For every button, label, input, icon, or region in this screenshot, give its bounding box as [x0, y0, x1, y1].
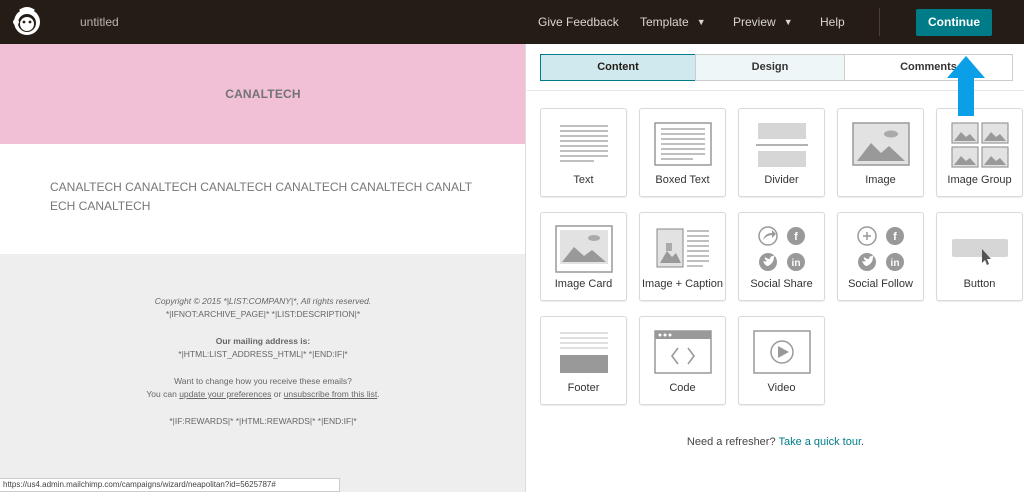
- svg-text:f: f: [893, 231, 897, 243]
- image-group-block-icon: [951, 122, 1009, 168]
- tab-content[interactable]: Content: [540, 54, 696, 81]
- block-text[interactable]: Text: [540, 108, 627, 197]
- refresher-line: Need a refresher? Take a quick tour.: [527, 436, 1024, 448]
- give-feedback-label: Give Feedback: [538, 15, 619, 29]
- footer-or: or: [273, 389, 282, 399]
- update-preferences-link[interactable]: update your preferences: [179, 389, 271, 399]
- block-social-follow[interactable]: f in Social Follow: [837, 212, 924, 301]
- footer-you-can: You can: [146, 389, 177, 399]
- block-label: Text: [573, 174, 594, 186]
- block-label: Social Follow: [848, 278, 913, 290]
- image-caption-block-icon: [656, 228, 709, 268]
- chevron-down-icon: ▼: [783, 17, 793, 27]
- campaign-title[interactable]: untitled: [80, 15, 119, 29]
- social-follow-block-icon: f in: [857, 226, 904, 271]
- svg-text:in: in: [792, 258, 801, 269]
- panel-tabs: Content Design Comments: [540, 54, 1013, 81]
- block-code[interactable]: Code: [639, 316, 726, 405]
- footer-block-icon: [560, 332, 608, 373]
- svg-text:in: in: [891, 258, 900, 269]
- block-social-share[interactable]: f in Social Share: [738, 212, 825, 301]
- template-menu[interactable]: Template ▼: [640, 15, 706, 29]
- block-footer[interactable]: Footer: [540, 316, 627, 405]
- block-divider[interactable]: Divider: [738, 108, 825, 197]
- refresher-period: .: [861, 436, 865, 448]
- preview-header-text: CANALTECH: [225, 87, 301, 101]
- block-label: Footer: [567, 382, 600, 394]
- block-label: Image + Caption: [641, 278, 724, 290]
- block-image[interactable]: Image: [837, 108, 924, 197]
- block-label: Image Group: [947, 174, 1012, 186]
- refresher-text: Need a refresher?: [686, 436, 776, 448]
- footer-mailing-heading: Our mailing address is:: [215, 336, 311, 346]
- svg-text:f: f: [794, 231, 798, 243]
- nav-divider: [879, 8, 880, 36]
- social-share-block-icon: f in: [758, 226, 805, 271]
- footer-mailing-line: *|HTML:LIST_ADDRESS_HTML|* *|END:IF|*: [178, 349, 348, 359]
- block-label: Divider: [764, 174, 799, 186]
- block-boxed-text[interactable]: Boxed Text: [639, 108, 726, 197]
- block-label: Image Card: [554, 278, 613, 290]
- footer-copyright: Copyright © 2015 *|LIST:COMPANY|*, All r…: [154, 296, 372, 306]
- text-block-icon: [560, 125, 608, 162]
- email-preview[interactable]: CANALTECH CANALTECH CANALTECH CANALTECH …: [0, 44, 526, 492]
- template-menu-label: Template: [640, 15, 689, 29]
- browser-status-url: https://us4.admin.mailchimp.com/campaign…: [0, 478, 340, 492]
- preview-footer-block[interactable]: Copyright © 2015 *|LIST:COMPANY|*, All r…: [0, 295, 525, 428]
- help-link[interactable]: Help: [820, 15, 845, 29]
- block-video[interactable]: Video: [738, 316, 825, 405]
- footer-period: .: [377, 389, 380, 399]
- block-label: Boxed Text: [655, 174, 710, 186]
- block-label: Video: [767, 382, 796, 394]
- preview-menu[interactable]: Preview ▼: [733, 15, 793, 29]
- chevron-down-icon: ▼: [696, 17, 706, 27]
- footer-change-line: Want to change how you receive these ema…: [174, 376, 352, 386]
- divider-block-icon: [756, 123, 808, 167]
- footer-rewards-line: *|IF:REWARDS|* *|HTML:REWARDS|* *|END:IF…: [169, 416, 357, 426]
- preview-body-block[interactable]: CANALTECH CANALTECH CANALTECH CANALTECH …: [0, 144, 525, 254]
- footer-archive-line: *|IFNOT:ARCHIVE_PAGE|* *|LIST:DESCRIPTIO…: [165, 309, 361, 319]
- boxed-text-block-icon: [654, 122, 712, 166]
- block-label: Social Share: [750, 278, 813, 290]
- block-label: Image: [865, 174, 896, 186]
- block-label: Button: [963, 278, 996, 290]
- give-feedback-link[interactable]: Give Feedback: [538, 15, 619, 29]
- mailchimp-logo-icon[interactable]: [11, 5, 43, 39]
- quick-tour-link[interactable]: Take a quick tour: [778, 436, 861, 448]
- tab-comments[interactable]: Comments: [844, 54, 1013, 81]
- video-block-icon: [753, 330, 811, 374]
- unsubscribe-link[interactable]: unsubscribe from this list: [284, 389, 378, 399]
- image-card-block-icon: [555, 225, 613, 273]
- block-label: Code: [669, 382, 696, 394]
- continue-button[interactable]: Continue: [916, 9, 992, 36]
- image-block-icon: [852, 122, 910, 166]
- button-block-icon: [952, 239, 1008, 265]
- block-image-caption[interactable]: Image + Caption: [639, 212, 726, 301]
- code-block-icon: [654, 330, 712, 374]
- help-label: Help: [820, 15, 845, 29]
- tab-design[interactable]: Design: [695, 54, 845, 81]
- block-button[interactable]: Button: [936, 212, 1023, 301]
- annotation-arrow-up-icon: [947, 56, 985, 116]
- preview-header-block[interactable]: CANALTECH: [0, 44, 525, 144]
- block-image-group[interactable]: Image Group: [936, 108, 1023, 197]
- preview-body-text: CANALTECH CANALTECH CANALTECH CANALTECH …: [50, 180, 473, 213]
- block-image-card[interactable]: Image Card: [540, 212, 627, 301]
- top-bar: untitled Give Feedback Template ▼ Preview…: [0, 0, 1024, 44]
- preview-menu-label: Preview: [733, 15, 776, 29]
